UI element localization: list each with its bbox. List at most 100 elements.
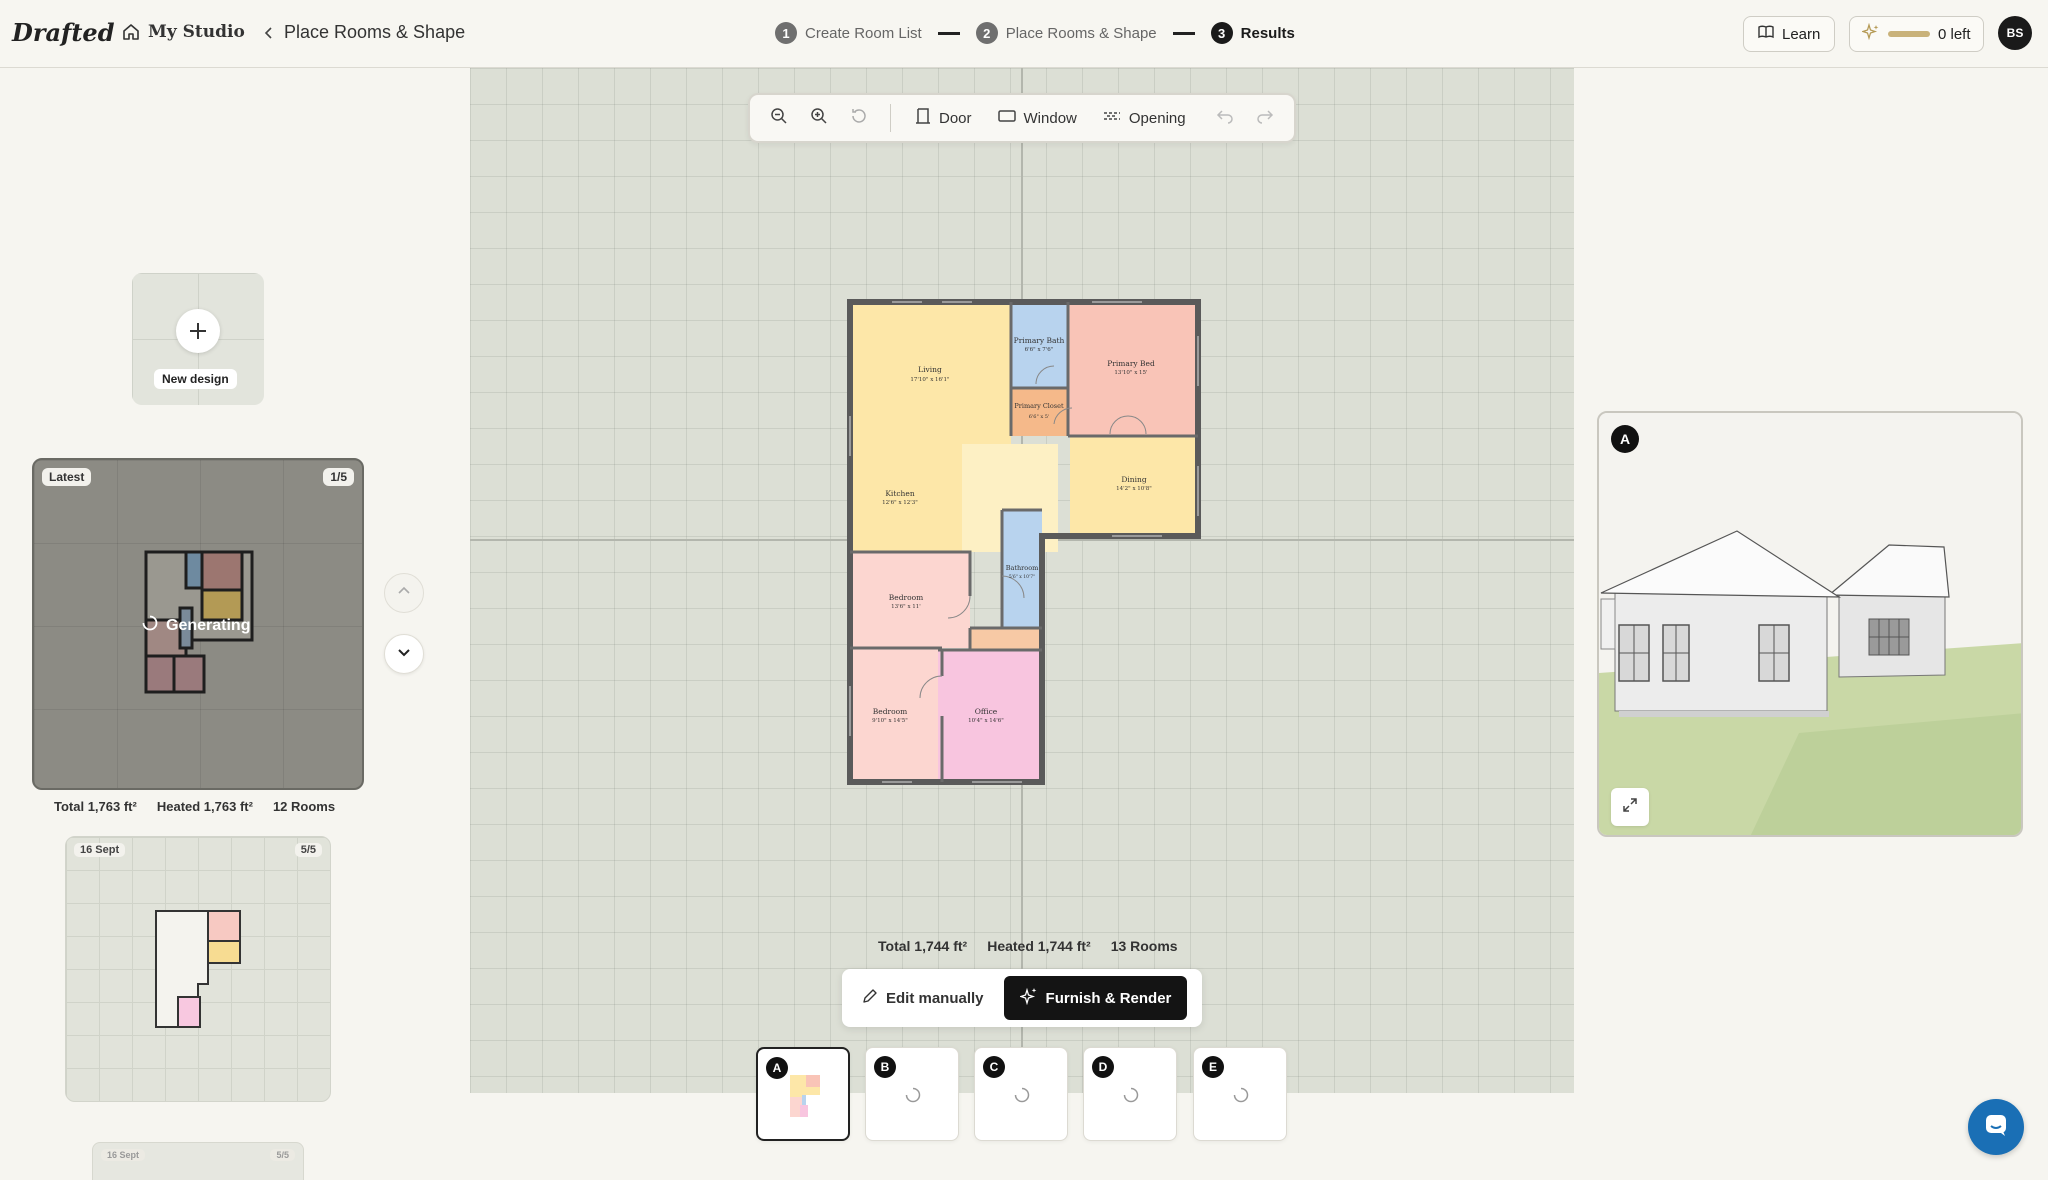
redo-button[interactable]: [1248, 101, 1282, 135]
home-icon: [122, 23, 140, 41]
zoom-in-icon: [810, 107, 828, 130]
render-preview[interactable]: A: [1597, 411, 2023, 837]
furnish-render-label: Furnish & Render: [1045, 989, 1172, 1007]
reset-icon: [850, 107, 868, 130]
chevron-down-icon: [397, 645, 411, 664]
credits-label: 0 left: [1938, 25, 1971, 43]
support-chat-button[interactable]: [1968, 1099, 2024, 1155]
spinner-icon: [905, 1087, 921, 1108]
variant-card-c[interactable]: C: [974, 1047, 1068, 1141]
redo-icon: [1256, 108, 1274, 129]
window-label: Window: [1023, 109, 1077, 127]
door-icon: [915, 107, 931, 129]
breadcrumb-studio-label: My Studio: [148, 22, 245, 42]
step-place-rooms[interactable]: 2 Place Rooms & Shape: [975, 22, 1157, 44]
app-logo[interactable]: Drafted: [12, 18, 114, 47]
room-label: Kitchen: [885, 489, 914, 498]
room-dims: 10'4" x 14'6": [968, 718, 1004, 724]
chat-icon: [1983, 1112, 2009, 1143]
chevron-up-icon: [397, 584, 411, 603]
variant-letter: A: [766, 1057, 788, 1079]
room-dims: 12'6" x 12'3": [882, 500, 918, 506]
furnish-render-button[interactable]: Furnish & Render: [1003, 976, 1188, 1020]
canvas-toolbar: Door Window Opening: [748, 93, 1296, 143]
spinner-icon: [142, 615, 158, 636]
variant-letter: C: [983, 1056, 1005, 1078]
breadcrumb-current: Place Rooms & Shape: [284, 22, 466, 42]
room-label: Office: [975, 707, 998, 716]
zoom-in-button[interactable]: [802, 101, 836, 135]
door-tool-button[interactable]: Door: [905, 101, 982, 135]
edit-manually-button[interactable]: Edit manually: [848, 976, 998, 1020]
plan-stats: Total 1,744 ft² Heated 1,744 ft² 13 Room…: [878, 938, 1178, 954]
room-dims: 17'10" x 16'1": [910, 377, 949, 383]
expand-render-button[interactable]: [1611, 788, 1649, 826]
spinner-icon: [1233, 1087, 1249, 1108]
window-icon: [997, 109, 1016, 127]
room-office[interactable]: [938, 650, 1042, 782]
spinner-icon: [1014, 1087, 1030, 1108]
generating-status: Generating: [142, 615, 250, 636]
new-design-card[interactable]: New design: [132, 273, 264, 405]
variant-letter: E: [1202, 1056, 1224, 1078]
room-label: Bedroom: [889, 593, 923, 602]
heated-area: Heated 1,744 ft²: [987, 938, 1091, 954]
variant-card-e[interactable]: E: [1193, 1047, 1287, 1141]
opening-tool-button[interactable]: Opening: [1093, 101, 1196, 135]
step-divider: [937, 31, 960, 35]
breadcrumb-back[interactable]: Place Rooms & Shape: [262, 22, 465, 43]
undo-button[interactable]: [1208, 101, 1242, 135]
latest-design-card[interactable]: Latest 1/5 Generating: [32, 458, 364, 790]
sparkle-icon: [1860, 22, 1880, 45]
latest-stats: Total 1,763 ft² Heated 1,763 ft² 12 Room…: [54, 799, 335, 814]
heated-area: Heated 1,763 ft²: [156, 799, 253, 814]
room-dims: 14'2" x 10'8": [1116, 486, 1152, 492]
learn-button[interactable]: Learn: [1743, 16, 1836, 52]
scroll-down-button[interactable]: [384, 634, 424, 674]
variant-count-badge: 5/5: [270, 1149, 295, 1161]
room-dims: 6'6" x 7'6": [1025, 347, 1054, 353]
room-count: 12 Rooms: [272, 799, 336, 814]
window-tool-button[interactable]: Window: [988, 101, 1087, 135]
room-primary-bath[interactable]: [1011, 302, 1068, 388]
room-label: Primary Closet: [1014, 402, 1064, 410]
step-number: 3: [1210, 22, 1233, 44]
room-primary-bed[interactable]: [1068, 302, 1198, 436]
room-primary-closet[interactable]: [1011, 388, 1068, 436]
credits-button[interactable]: 0 left: [1849, 16, 1984, 52]
floor-plan[interactable]: Living 17'10" x 16'1" Primary Bath 6'6" …: [842, 296, 1204, 790]
variant-card-d[interactable]: D: [1083, 1047, 1177, 1141]
scroll-up-button[interactable]: [384, 573, 424, 613]
step-number: 2: [975, 22, 998, 44]
zoom-out-button[interactable]: [762, 101, 796, 135]
plan-action-bar: Edit manually Furnish & Render: [842, 969, 1202, 1027]
chevron-left-icon: [262, 26, 276, 40]
avatar[interactable]: BS: [1998, 16, 2032, 50]
breadcrumb-studio[interactable]: My Studio: [122, 22, 245, 42]
room-dims: 9'10" x 14'5": [872, 718, 908, 724]
new-design-label: New design: [154, 369, 237, 389]
step-divider: [1172, 31, 1195, 35]
variant-plan-thumbnail: [790, 1075, 820, 1117]
stepper: 1 Create Room List 2 Place Rooms & Shape…: [775, 22, 1295, 44]
history-design-card[interactable]: 16 Sept 5/5: [92, 1142, 304, 1180]
zoom-out-icon: [770, 107, 788, 130]
step-results[interactable]: 3 Results: [1210, 22, 1295, 44]
variant-card-a[interactable]: A: [756, 1047, 850, 1141]
pencil-icon: [862, 988, 878, 1008]
reset-view-button[interactable]: [842, 101, 876, 135]
opening-icon: [1103, 109, 1121, 127]
variant-card-b[interactable]: B: [865, 1047, 959, 1141]
step-number: 1: [775, 22, 797, 44]
room-label: Dining: [1121, 475, 1146, 484]
step-label: Create Room List: [805, 24, 922, 42]
door-label: Door: [939, 109, 972, 127]
house-render-image: [1599, 413, 2021, 835]
spinner-icon: [1123, 1087, 1139, 1108]
toolbar-divider: [890, 104, 891, 132]
step-create-room-list[interactable]: 1 Create Room List: [775, 22, 922, 44]
history-design-card[interactable]: 16 Sept 5/5: [65, 836, 331, 1102]
expand-icon: [1622, 797, 1638, 818]
variant-letter: D: [1092, 1056, 1114, 1078]
room-linen: [970, 628, 1042, 650]
